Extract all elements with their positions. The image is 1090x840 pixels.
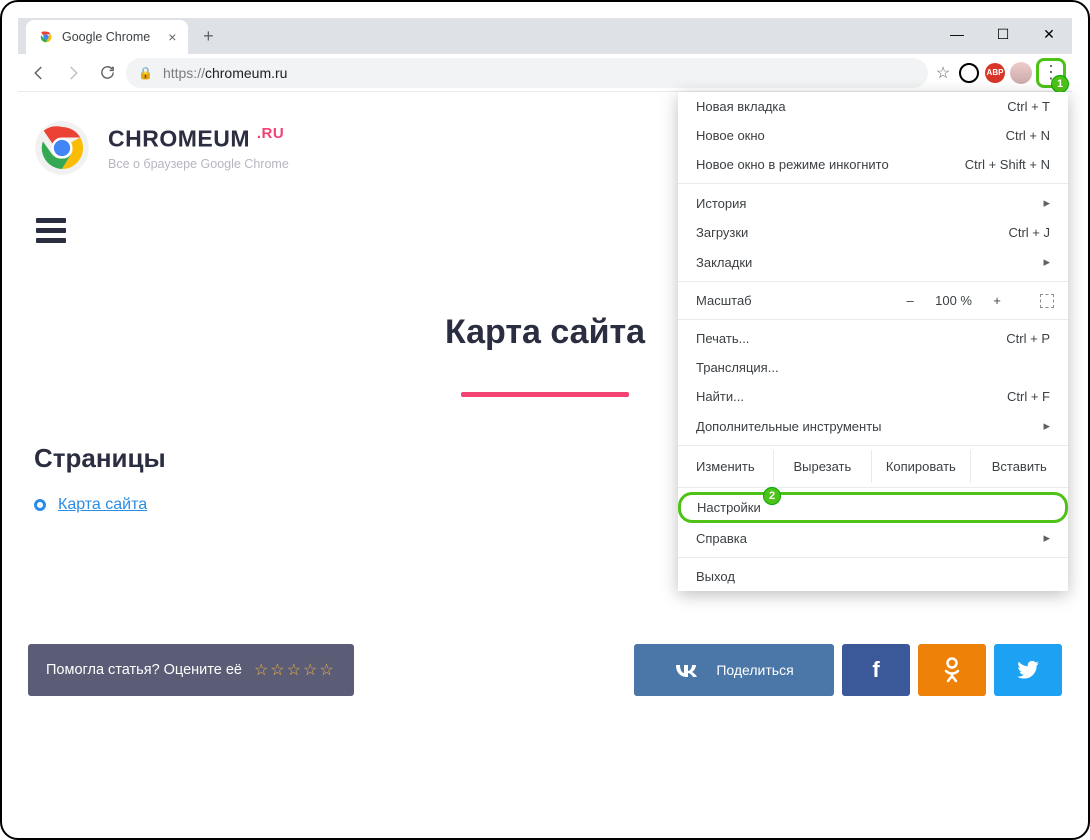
window-minimize-button[interactable]: —: [934, 18, 980, 50]
zoom-in-button[interactable]: +: [990, 293, 1004, 308]
zoom-value: 100 %: [935, 293, 972, 308]
url-scheme: https://: [163, 65, 205, 81]
sitemap-link[interactable]: Карта сайта: [58, 496, 147, 514]
menu-downloads[interactable]: ЗагрузкиCtrl + J: [678, 218, 1068, 247]
menu-settings[interactable]: Настройки 2: [678, 492, 1068, 523]
menu-zoom-label: Масштаб: [696, 293, 752, 308]
chrome-menu-button[interactable]: ⋮ 1: [1036, 58, 1066, 88]
callout-badge-1: 1: [1051, 75, 1069, 93]
window-close-button[interactable]: ✕: [1026, 18, 1072, 50]
tab-title: Google Chrome: [62, 30, 150, 44]
menu-copy[interactable]: Копировать: [871, 450, 969, 483]
titlebar: Google Chrome × + — ☐ ✕: [18, 18, 1072, 54]
site-tagline: Все о браузере Google Chrome: [108, 157, 289, 171]
new-tab-button[interactable]: +: [194, 22, 222, 50]
menu-cast[interactable]: Трансляция...: [678, 353, 1068, 382]
browser-toolbar: 🔒 https://chromeum.ru ☆ ABP ⋮ 1: [18, 54, 1072, 92]
vk-icon: [674, 663, 698, 677]
chrome-main-menu: Новая вкладкаCtrl + T Новое окноCtrl + N…: [678, 92, 1068, 591]
chrome-logo-icon: [34, 120, 90, 176]
reload-button[interactable]: [92, 58, 122, 88]
address-bar[interactable]: 🔒 https://chromeum.ru: [126, 58, 928, 88]
menu-paste[interactable]: Вставить: [970, 450, 1068, 483]
share-facebook-button[interactable]: f: [842, 644, 910, 696]
title-underline: [461, 392, 629, 397]
callout-badge-2: 2: [763, 487, 781, 505]
forward-button[interactable]: [58, 58, 88, 88]
menu-bookmarks[interactable]: Закладки▸: [678, 247, 1068, 277]
menu-incognito[interactable]: Новое окно в режиме инкогнитоCtrl + Shif…: [678, 150, 1068, 179]
menu-find[interactable]: Найти...Ctrl + F: [678, 382, 1068, 411]
menu-edit-row: Изменить Вырезать Копировать Вставить: [678, 450, 1068, 483]
menu-print[interactable]: Печать...Ctrl + P: [678, 324, 1068, 353]
site-brand: CHROMEUM .RU: [108, 125, 289, 153]
share-ok-button[interactable]: [918, 644, 986, 696]
menu-exit[interactable]: Выход: [678, 562, 1068, 591]
yandex-extension-icon[interactable]: [958, 62, 980, 84]
abp-extension-icon[interactable]: ABP: [984, 62, 1006, 84]
menu-cut[interactable]: Вырезать: [773, 450, 871, 483]
menu-edit-label: Изменить: [678, 450, 773, 483]
bookmark-star-icon[interactable]: ☆: [932, 62, 954, 84]
menu-more-tools[interactable]: Дополнительные инструменты▸: [678, 411, 1068, 441]
rate-article-box: Помогла статья? Оцените её ☆☆☆☆☆: [28, 644, 354, 696]
zoom-out-button[interactable]: –: [903, 293, 917, 308]
url-host: chromeum.ru: [205, 65, 287, 81]
window-maximize-button[interactable]: ☐: [980, 18, 1026, 50]
rate-prompt: Помогла статья? Оцените её: [46, 662, 242, 678]
list-bullet-icon: [34, 499, 46, 511]
lock-icon: 🔒: [138, 66, 153, 80]
share-label: Поделиться: [716, 662, 793, 678]
twitter-icon: [1017, 661, 1039, 679]
share-vk-button[interactable]: Поделиться: [634, 644, 834, 696]
menu-new-window[interactable]: Новое окноCtrl + N: [678, 121, 1068, 150]
menu-history[interactable]: История▸: [678, 188, 1068, 218]
ok-icon: [944, 657, 960, 683]
browser-tab[interactable]: Google Chrome ×: [26, 20, 188, 54]
rating-stars[interactable]: ☆☆☆☆☆: [254, 660, 336, 680]
fullscreen-icon[interactable]: [1040, 294, 1054, 308]
back-button[interactable]: [24, 58, 54, 88]
profile-avatar[interactable]: [1010, 62, 1032, 84]
tab-close-icon[interactable]: ×: [168, 29, 176, 45]
menu-zoom-row: Масштаб – 100 % +: [678, 286, 1068, 315]
facebook-icon: f: [872, 657, 879, 683]
share-twitter-button[interactable]: [994, 644, 1062, 696]
chrome-favicon: [38, 29, 54, 45]
menu-new-tab[interactable]: Новая вкладкаCtrl + T: [678, 92, 1068, 121]
menu-help[interactable]: Справка▸: [678, 523, 1068, 553]
